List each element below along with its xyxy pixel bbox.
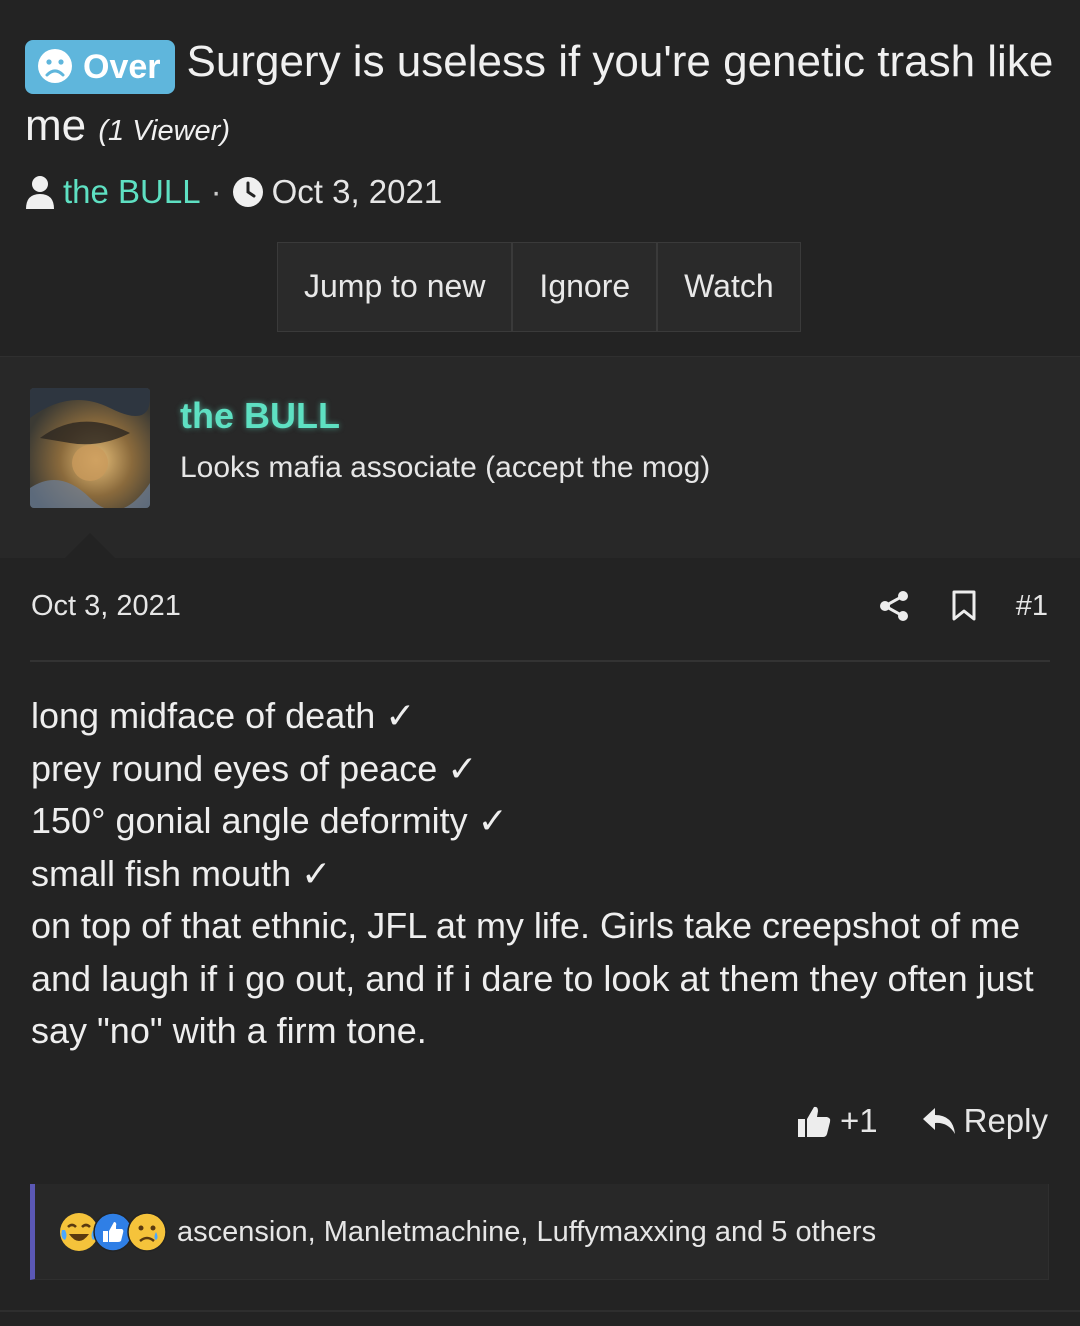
- thread-header: Over Surgery is useless if you're geneti…: [0, 0, 1080, 356]
- user-icon: [26, 176, 54, 209]
- post-date[interactable]: Oct 3, 2021: [31, 590, 181, 623]
- post-bottom-divider: [0, 1310, 1080, 1312]
- post-line: small fish mouth ✓: [31, 852, 332, 894]
- jump-to-new-button[interactable]: Jump to new: [278, 243, 514, 331]
- thumbs-up-icon: [798, 1106, 831, 1137]
- avatar-image: [30, 388, 150, 508]
- post-message: Oct 3, 2021 #1 long midface of death ✓ p…: [0, 558, 1080, 1326]
- thread-meta: the BULL · Oct 3, 2021: [25, 170, 442, 214]
- ignore-button[interactable]: Ignore: [513, 243, 659, 331]
- card-pointer-arrow: [64, 533, 116, 559]
- post-line: long midface of death ✓: [31, 695, 416, 736]
- like-label: +1: [840, 1102, 878, 1139]
- thread-prefix-badge[interactable]: Over: [25, 40, 175, 94]
- post-footer-actions: +1 Reply: [796, 1096, 1048, 1146]
- like-button[interactable]: +1: [796, 1102, 878, 1140]
- post-header-actions: #1: [842, 588, 1048, 624]
- post-body: long midface of death ✓ prey round eyes …: [31, 690, 1051, 1058]
- post-number-link[interactable]: #1: [1016, 590, 1048, 623]
- post-line: on top of that ethnic, JFL at my life. G…: [31, 905, 1034, 1051]
- reply-button[interactable]: Reply: [922, 1102, 1048, 1140]
- thread-action-buttons: Jump to new Ignore Watch: [277, 242, 801, 332]
- reply-icon: [922, 1108, 955, 1134]
- post-line: 150° gonial angle deformity ✓: [31, 800, 508, 841]
- sad-face-icon: [38, 49, 72, 83]
- reaction-emojis: [59, 1212, 179, 1254]
- post-author-user-title: Looks mafia associate (accept the mog): [180, 451, 711, 484]
- share-icon[interactable]: [876, 588, 912, 624]
- post-divider: [30, 660, 1050, 662]
- post-author-card: the BULL Looks mafia associate (accept t…: [0, 356, 1080, 559]
- thread-prefix-label: Over: [83, 48, 161, 86]
- avatar[interactable]: [30, 388, 150, 508]
- post-line: prey round eyes of peace ✓: [31, 747, 478, 789]
- viewer-count: (1 Viewer): [98, 115, 230, 147]
- reactions-list[interactable]: ascension, Manletmachine, Luffymaxxing a…: [177, 1212, 876, 1252]
- watch-button[interactable]: Watch: [658, 243, 800, 331]
- post-author-name[interactable]: the BULL: [180, 395, 340, 437]
- clock-icon: [232, 177, 263, 207]
- sad-emoji-icon: [127, 1212, 167, 1252]
- reactions-bar[interactable]: ascension, Manletmachine, Luffymaxxing a…: [30, 1184, 1049, 1280]
- meta-separator: ·: [210, 173, 222, 210]
- bookmark-icon[interactable]: [946, 588, 982, 624]
- thread-title-block: Over Surgery is useless if you're geneti…: [25, 30, 1055, 163]
- thread-date[interactable]: Oct 3, 2021: [272, 170, 443, 214]
- reply-label: Reply: [963, 1102, 1048, 1139]
- thread-author-link[interactable]: the BULL: [63, 170, 201, 214]
